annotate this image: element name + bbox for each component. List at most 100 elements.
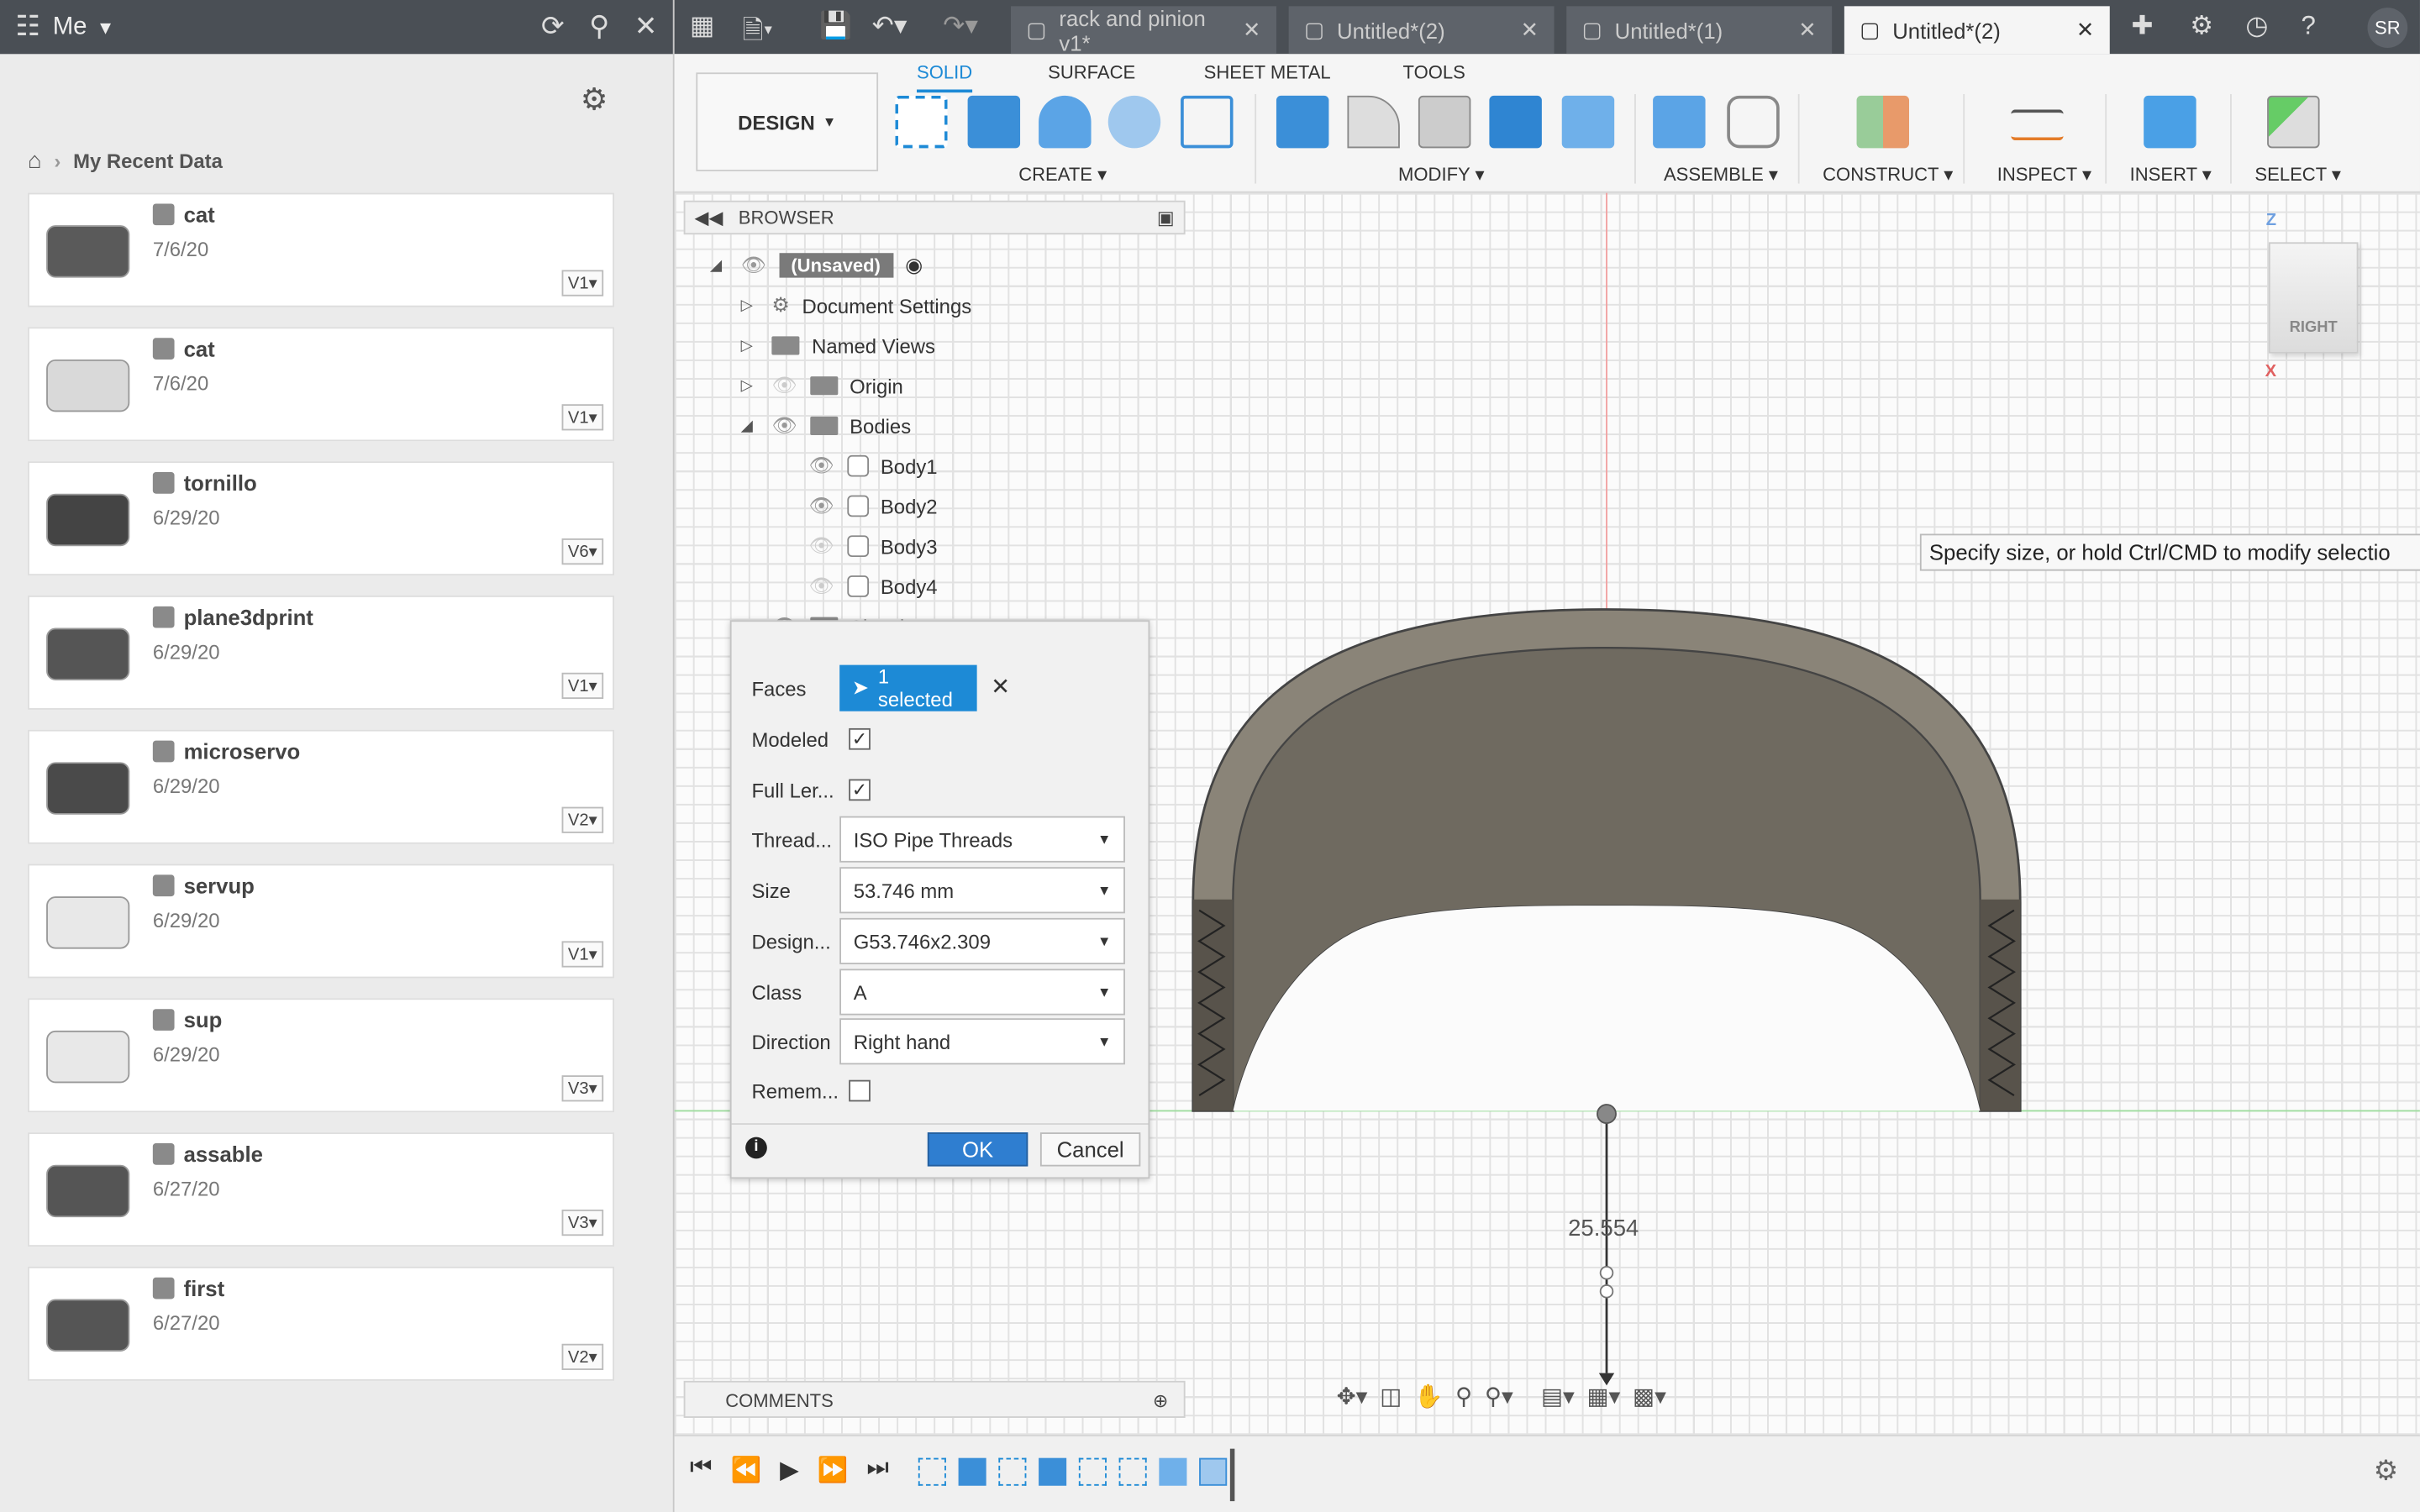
info-icon[interactable]: i	[745, 1137, 767, 1159]
tab-sheet-metal[interactable]: SHEET METAL	[1204, 61, 1331, 83]
recent-item[interactable]: plane3dprint 6/29/20 V1▾	[28, 595, 615, 710]
avatar[interactable]: SR	[2367, 8, 2408, 48]
revolve-icon[interactable]	[1039, 95, 1092, 149]
look-at-icon[interactable]: ◫	[1380, 1383, 1402, 1410]
triangle-right-icon[interactable]: ▷	[741, 297, 760, 314]
modify-menu[interactable]: MODIFY ▾	[1398, 164, 1485, 186]
create-menu[interactable]: CREATE ▾	[1018, 164, 1107, 186]
press-pull-icon[interactable]	[1276, 95, 1329, 149]
recent-item[interactable]: cat 7/6/20 V1▾	[28, 192, 615, 307]
tab-untitled-2-active[interactable]: ▢ Untitled*(2) ✕	[1844, 6, 2110, 55]
version-badge[interactable]: V3▾	[561, 1075, 604, 1102]
joint-icon[interactable]	[1727, 95, 1780, 149]
timeline-marker[interactable]	[1229, 1448, 1235, 1502]
close-icon[interactable]: ✕	[634, 11, 658, 44]
recent-item[interactable]: sup 6/29/20 V3▾	[28, 998, 615, 1113]
redo-icon[interactable]: ↷▾	[943, 11, 978, 42]
eye-icon[interactable]: 👁	[771, 413, 797, 438]
go-to-start-icon[interactable]: ⏮	[690, 1455, 712, 1486]
shell-icon[interactable]	[1418, 95, 1471, 149]
select-menu[interactable]: SELECT ▾	[2254, 164, 2341, 186]
measure-icon[interactable]	[2011, 109, 2064, 141]
close-icon[interactable]: ✕	[1243, 17, 1261, 43]
version-badge[interactable]: V3▾	[561, 1209, 604, 1236]
comments-panel[interactable]: COMMENTS ⊕	[683, 1380, 1186, 1418]
timeline-feature-icon[interactable]	[1159, 1457, 1187, 1486]
close-icon[interactable]: ✕	[1521, 17, 1539, 43]
team-icon[interactable]: ☷	[15, 11, 40, 44]
pattern-icon[interactable]	[1181, 95, 1234, 149]
triangle-right-icon[interactable]: ▷	[741, 377, 760, 394]
new-component-icon[interactable]	[1653, 95, 1706, 149]
close-icon[interactable]: ✕	[1798, 17, 1817, 43]
tab-tools[interactable]: TOOLS	[1403, 61, 1465, 83]
app-grid-icon[interactable]: ▦	[690, 11, 715, 42]
faces-selection-button[interactable]: ➤ 1 selected	[839, 664, 977, 711]
refresh-icon[interactable]: ⟳	[541, 11, 565, 44]
undo-icon[interactable]: ↶▾	[872, 11, 908, 42]
thread-type-select[interactable]: ISO Pipe Threads ▼	[839, 816, 1125, 863]
new-tab-icon[interactable]: ✚	[2131, 11, 2153, 42]
add-comment-icon[interactable]: ⊕	[1153, 1390, 1168, 1412]
recent-item[interactable]: servup 6/29/20 V1▾	[28, 864, 615, 979]
size-select[interactable]: 53.746 mm ▼	[839, 867, 1125, 914]
chevron-down-icon[interactable]: ▼	[97, 16, 115, 38]
offset-face-icon[interactable]	[1561, 95, 1615, 149]
eye-hidden-icon[interactable]: 👁	[808, 574, 834, 598]
tab-untitled-2a[interactable]: ▢ Untitled*(2) ✕	[1288, 6, 1555, 55]
triangle-down-icon[interactable]: ◢	[710, 257, 729, 274]
version-badge[interactable]: V6▾	[561, 538, 604, 565]
create-sketch-icon[interactable]	[895, 95, 948, 149]
version-badge[interactable]: V1▾	[561, 941, 604, 968]
workspace-switcher[interactable]: DESIGN ▼	[696, 72, 879, 171]
eye-icon[interactable]: 👁	[741, 253, 766, 277]
breadcrumb-label[interactable]: My Recent Data	[73, 150, 223, 173]
triangle-down-icon[interactable]: ◢	[741, 417, 760, 434]
orbit-icon[interactable]: ✥▾	[1337, 1383, 1368, 1410]
fit-icon[interactable]: ⚲▾	[1485, 1383, 1513, 1410]
recent-item[interactable]: tornillo 6/29/20 V6▾	[28, 461, 615, 576]
play-icon[interactable]: ▶	[780, 1455, 799, 1486]
insert-image-icon[interactable]	[2144, 95, 2196, 149]
construct-menu[interactable]: CONSTRUCT ▾	[1823, 164, 1953, 186]
node-body2[interactable]: 👁 Body2	[808, 489, 937, 522]
search-icon[interactable]: ⚲	[589, 11, 609, 44]
timeline-thread-icon[interactable]	[1199, 1457, 1228, 1486]
version-badge[interactable]: V1▾	[561, 404, 604, 431]
dimension-label[interactable]: 25.554	[1568, 1215, 1639, 1242]
help-icon[interactable]: ?	[2302, 11, 2316, 42]
version-badge[interactable]: V2▾	[561, 1343, 604, 1370]
remember-checkbox[interactable]	[849, 1079, 871, 1102]
triangle-right-icon[interactable]: ▷	[741, 337, 760, 354]
extrude-icon[interactable]	[967, 95, 1021, 149]
tab-untitled-1[interactable]: ▢ Untitled*(1) ✕	[1566, 6, 1833, 55]
minimize-icon[interactable]: ▣	[1157, 207, 1175, 228]
timeline-extrude-icon[interactable]	[958, 1457, 986, 1486]
collapse-icon[interactable]: ◀◀	[695, 207, 723, 228]
clear-selection-icon[interactable]: ✕	[991, 673, 1010, 701]
step-forward-icon[interactable]: ⏩	[818, 1455, 849, 1486]
save-icon[interactable]: 💾	[819, 11, 852, 42]
assemble-menu[interactable]: ASSEMBLE ▾	[1664, 164, 1778, 186]
designation-select[interactable]: G53.746x2.309 ▼	[839, 917, 1125, 964]
cancel-button[interactable]: Cancel	[1039, 1132, 1141, 1167]
modeled-checkbox[interactable]: ✓	[849, 727, 871, 750]
pan-icon[interactable]: ✋	[1414, 1383, 1443, 1410]
timeline-sketch-icon[interactable]	[1118, 1457, 1147, 1486]
insert-menu[interactable]: INSERT ▾	[2130, 164, 2212, 186]
node-body1[interactable]: 👁 Body1	[808, 449, 937, 482]
node-bodies[interactable]: ◢ 👁 Bodies	[741, 409, 912, 443]
timeline-sketch-icon[interactable]	[1078, 1457, 1107, 1486]
offset-plane-icon[interactable]	[1856, 95, 1909, 149]
inspect-menu[interactable]: INSPECT ▾	[1997, 164, 2091, 186]
job-status-icon[interactable]: ◷	[2245, 11, 2268, 42]
home-icon[interactable]: ⌂	[28, 148, 42, 174]
select-icon[interactable]	[2267, 95, 2320, 149]
recent-item[interactable]: assable 6/27/20 V3▾	[28, 1132, 615, 1247]
full-length-checkbox[interactable]: ✓	[849, 779, 871, 801]
grid-settings-icon[interactable]: ▦▾	[1587, 1383, 1621, 1410]
viewports-icon[interactable]: ▩▾	[1633, 1383, 1666, 1410]
timeline-extrude-icon[interactable]	[1039, 1457, 1067, 1486]
recent-item[interactable]: cat 7/6/20 V1▾	[28, 327, 615, 442]
file-icon[interactable]: 🗎▾	[742, 11, 773, 55]
